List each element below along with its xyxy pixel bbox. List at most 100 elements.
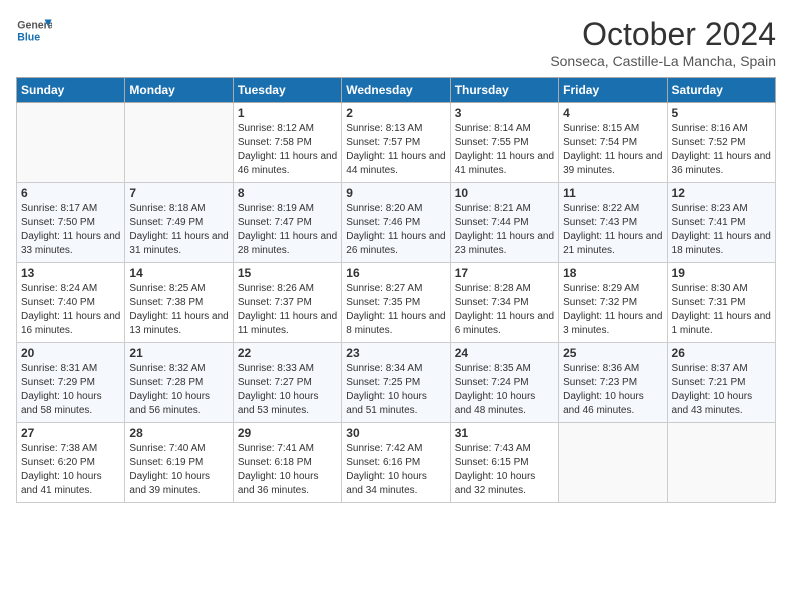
calendar-cell: 23Sunrise: 8:34 AMSunset: 7:25 PMDayligh… [342,343,450,423]
day-info: Sunrise: 8:14 AMSunset: 7:55 PMDaylight:… [455,122,554,178]
weekday-header: Friday [559,78,667,103]
day-number: 5 [672,106,771,120]
day-number: 24 [455,346,554,360]
day-number: 22 [238,346,337,360]
location-title: Sonseca, Castille-La Mancha, Spain [550,53,776,69]
calendar-cell: 27Sunrise: 7:38 AMSunset: 6:20 PMDayligh… [17,423,125,503]
day-info: Sunrise: 8:21 AMSunset: 7:44 PMDaylight:… [455,202,554,258]
weekday-header: Saturday [667,78,775,103]
calendar-week-row: 1 Sunrise: 8:12 AMSunset: 7:58 PMDaylight… [17,103,776,183]
svg-text:Blue: Blue [17,32,40,44]
calendar-cell: 7 Sunrise: 8:18 AMSunset: 7:49 PMDaylight… [125,183,233,263]
calendar-cell: 4 Sunrise: 8:15 AMSunset: 7:54 PMDaylight… [559,103,667,183]
day-info: Sunrise: 8:30 AMSunset: 7:31 PMDaylight:… [672,282,771,338]
calendar-cell [125,103,233,183]
day-info: Sunrise: 8:16 AMSunset: 7:52 PMDaylight:… [672,122,771,178]
day-number: 15 [238,266,337,280]
day-number: 31 [455,426,554,440]
day-info: Sunrise: 7:43 AMSunset: 6:15 PMDaylight:… [455,442,554,498]
calendar-cell: 6Sunrise: 8:17 AMSunset: 7:50 PMDaylight… [17,183,125,263]
day-info: Sunrise: 8:37 AMSunset: 7:21 PMDaylight:… [672,362,771,418]
day-info: Sunrise: 8:32 AMSunset: 7:28 PMDaylight:… [129,362,228,418]
calendar-cell: 20 Sunrise: 8:31 AMSunset: 7:29 PMDayligh… [17,343,125,423]
day-number: 19 [672,266,771,280]
day-number: 17 [455,266,554,280]
calendar-cell: 16Sunrise: 8:27 AMSunset: 7:35 PMDayligh… [342,263,450,343]
weekday-header: Monday [125,78,233,103]
day-info: Sunrise: 8:29 AMSunset: 7:32 PMDaylight:… [563,282,662,338]
day-number: 3 [455,106,554,120]
calendar-cell: 17 Sunrise: 8:28 AMSunset: 7:34 PMDayligh… [450,263,558,343]
calendar-cell: 31 Sunrise: 7:43 AMSunset: 6:15 PMDayligh… [450,423,558,503]
calendar-cell: 28Sunrise: 7:40 AMSunset: 6:19 PMDayligh… [125,423,233,503]
weekday-header: Sunday [17,78,125,103]
calendar-week-row: 27Sunrise: 7:38 AMSunset: 6:20 PMDayligh… [17,423,776,503]
logo: General Blue [16,16,52,46]
day-number: 9 [346,186,445,200]
day-info: Sunrise: 8:13 AMSunset: 7:57 PMDaylight:… [346,122,445,178]
day-info: Sunrise: 8:15 AMSunset: 7:54 PMDaylight:… [563,122,662,178]
calendar-cell: 24 Sunrise: 8:35 AMSunset: 7:24 PMDayligh… [450,343,558,423]
calendar-cell: 14 Sunrise: 8:25 AMSunset: 7:38 PMDayligh… [125,263,233,343]
calendar-cell: 18 Sunrise: 8:29 AMSunset: 7:32 PMDayligh… [559,263,667,343]
weekday-header: Tuesday [233,78,341,103]
calendar-cell: 26 Sunrise: 8:37 AMSunset: 7:21 PMDayligh… [667,343,775,423]
month-title: October 2024 [550,16,776,53]
title-block: October 2024 Sonseca, Castille-La Mancha… [550,16,776,69]
day-info: Sunrise: 8:23 AMSunset: 7:41 PMDaylight:… [672,202,771,258]
day-number: 14 [129,266,228,280]
day-number: 2 [346,106,445,120]
day-number: 4 [563,106,662,120]
day-number: 30 [346,426,445,440]
calendar-cell: 8 Sunrise: 8:19 AMSunset: 7:47 PMDaylight… [233,183,341,263]
day-info: Sunrise: 8:25 AMSunset: 7:38 PMDaylight:… [129,282,228,338]
day-number: 1 [238,106,337,120]
calendar-cell: 10Sunrise: 8:21 AMSunset: 7:44 PMDayligh… [450,183,558,263]
weekday-header-row: SundayMondayTuesdayWednesdayThursdayFrid… [17,78,776,103]
day-number: 20 [21,346,120,360]
calendar-cell [667,423,775,503]
calendar-week-row: 13Sunrise: 8:24 AMSunset: 7:40 PMDayligh… [17,263,776,343]
calendar-cell: 3 Sunrise: 8:14 AMSunset: 7:55 PMDaylight… [450,103,558,183]
calendar-cell: 5 Sunrise: 8:16 AMSunset: 7:52 PMDaylight… [667,103,775,183]
day-info: Sunrise: 8:19 AMSunset: 7:47 PMDaylight:… [238,202,337,258]
day-number: 8 [238,186,337,200]
day-number: 26 [672,346,771,360]
day-info: Sunrise: 8:35 AMSunset: 7:24 PMDaylight:… [455,362,554,418]
calendar-cell: 9 Sunrise: 8:20 AMSunset: 7:46 PMDaylight… [342,183,450,263]
calendar-cell: 2 Sunrise: 8:13 AMSunset: 7:57 PMDaylight… [342,103,450,183]
day-number: 13 [21,266,120,280]
calendar-cell: 11 Sunrise: 8:22 AMSunset: 7:43 PMDayligh… [559,183,667,263]
calendar-cell: 12 Sunrise: 8:23 AMSunset: 7:41 PMDayligh… [667,183,775,263]
day-info: Sunrise: 8:22 AMSunset: 7:43 PMDaylight:… [563,202,662,258]
day-info: Sunrise: 8:12 AMSunset: 7:58 PMDaylight:… [238,122,337,178]
calendar-cell: 15 Sunrise: 8:26 AMSunset: 7:37 PMDayligh… [233,263,341,343]
calendar-cell: 19 Sunrise: 8:30 AMSunset: 7:31 PMDayligh… [667,263,775,343]
calendar-cell: 29Sunrise: 7:41 AMSunset: 6:18 PMDayligh… [233,423,341,503]
calendar-table: SundayMondayTuesdayWednesdayThursdayFrid… [16,77,776,503]
day-number: 16 [346,266,445,280]
day-info: Sunrise: 7:42 AMSunset: 6:16 PMDaylight:… [346,442,445,498]
day-number: 7 [129,186,228,200]
calendar-cell: 22Sunrise: 8:33 AMSunset: 7:27 PMDayligh… [233,343,341,423]
day-number: 27 [21,426,120,440]
weekday-header: Wednesday [342,78,450,103]
calendar-cell [17,103,125,183]
day-info: Sunrise: 8:20 AMSunset: 7:46 PMDaylight:… [346,202,445,258]
day-info: Sunrise: 7:41 AMSunset: 6:18 PMDaylight:… [238,442,337,498]
day-info: Sunrise: 8:31 AMSunset: 7:29 PMDaylight:… [21,362,120,418]
day-info: Sunrise: 8:28 AMSunset: 7:34 PMDaylight:… [455,282,554,338]
day-number: 6 [21,186,120,200]
calendar-cell: 25Sunrise: 8:36 AMSunset: 7:23 PMDayligh… [559,343,667,423]
day-number: 11 [563,186,662,200]
day-info: Sunrise: 8:18 AMSunset: 7:49 PMDaylight:… [129,202,228,258]
calendar-week-row: 6Sunrise: 8:17 AMSunset: 7:50 PMDaylight… [17,183,776,263]
calendar-cell: 13Sunrise: 8:24 AMSunset: 7:40 PMDayligh… [17,263,125,343]
calendar-cell: 30 Sunrise: 7:42 AMSunset: 6:16 PMDayligh… [342,423,450,503]
logo-icon: General Blue [16,16,52,46]
day-number: 28 [129,426,228,440]
day-number: 12 [672,186,771,200]
day-info: Sunrise: 8:26 AMSunset: 7:37 PMDaylight:… [238,282,337,338]
day-number: 21 [129,346,228,360]
day-number: 18 [563,266,662,280]
